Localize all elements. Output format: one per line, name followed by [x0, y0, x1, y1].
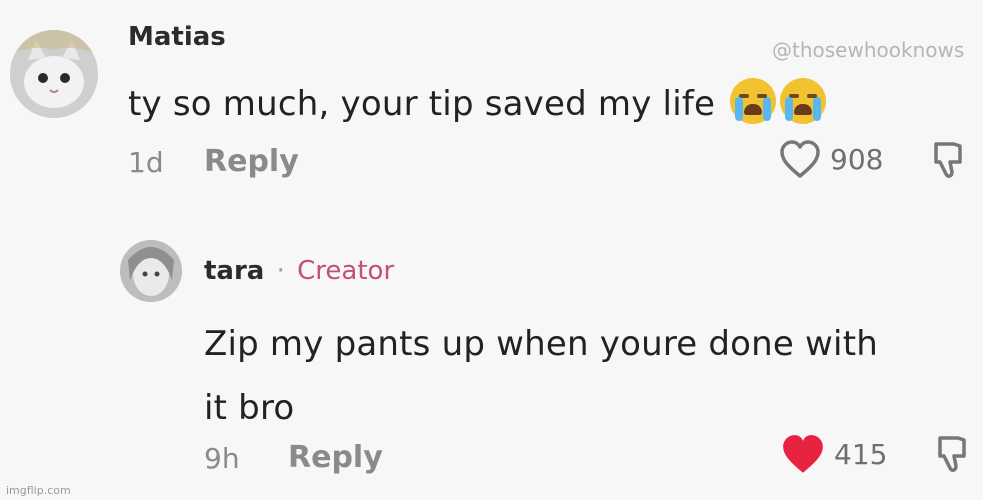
reply-header: tara · Creator [204, 256, 394, 286]
reply-button[interactable]: Reply [204, 144, 299, 179]
avatar-image [10, 30, 98, 118]
creator-badge: Creator [297, 256, 395, 286]
separator-dot: · [276, 256, 285, 286]
comment-username[interactable]: Matias [128, 22, 226, 52]
comment-body-line: it bro [204, 388, 295, 428]
comment-body: ty so much, your tip saved my life [128, 84, 716, 124]
crying-face-emoji [780, 78, 827, 124]
like-count: 908 [830, 143, 884, 176]
comment-username[interactable]: tara [204, 256, 264, 286]
comment-2-reply: tara · Creator Zip my pants up when your… [0, 220, 983, 500]
like-count: 415 [834, 438, 888, 471]
like-button[interactable] [780, 432, 826, 478]
avatar-image [120, 240, 182, 302]
reply-button[interactable]: Reply [288, 440, 383, 475]
dislike-button[interactable] [928, 138, 968, 182]
thumbs-down-icon [934, 142, 962, 178]
heart-filled-icon [783, 435, 823, 473]
comment-text: Zip my pants up when youre done with it … [204, 312, 878, 440]
comment-timestamp: 1d [128, 146, 164, 179]
heart-outline-icon [780, 140, 820, 178]
dislike-button[interactable] [932, 432, 972, 476]
avatar-matias[interactable] [10, 30, 98, 118]
comment-1: Matias ty so much, your tip saved my lif… [0, 0, 983, 200]
comment-timestamp: 9h [204, 442, 240, 475]
comment-text: ty so much, your tip saved my life [128, 78, 827, 124]
crying-face-emoji [730, 78, 777, 124]
avatar-tara[interactable] [120, 240, 182, 302]
imgflip-credit: imgflip.com [6, 484, 71, 497]
like-button[interactable] [778, 138, 822, 182]
thumbs-down-icon [938, 436, 966, 472]
comment-body-line: Zip my pants up when youre done with [204, 324, 878, 364]
